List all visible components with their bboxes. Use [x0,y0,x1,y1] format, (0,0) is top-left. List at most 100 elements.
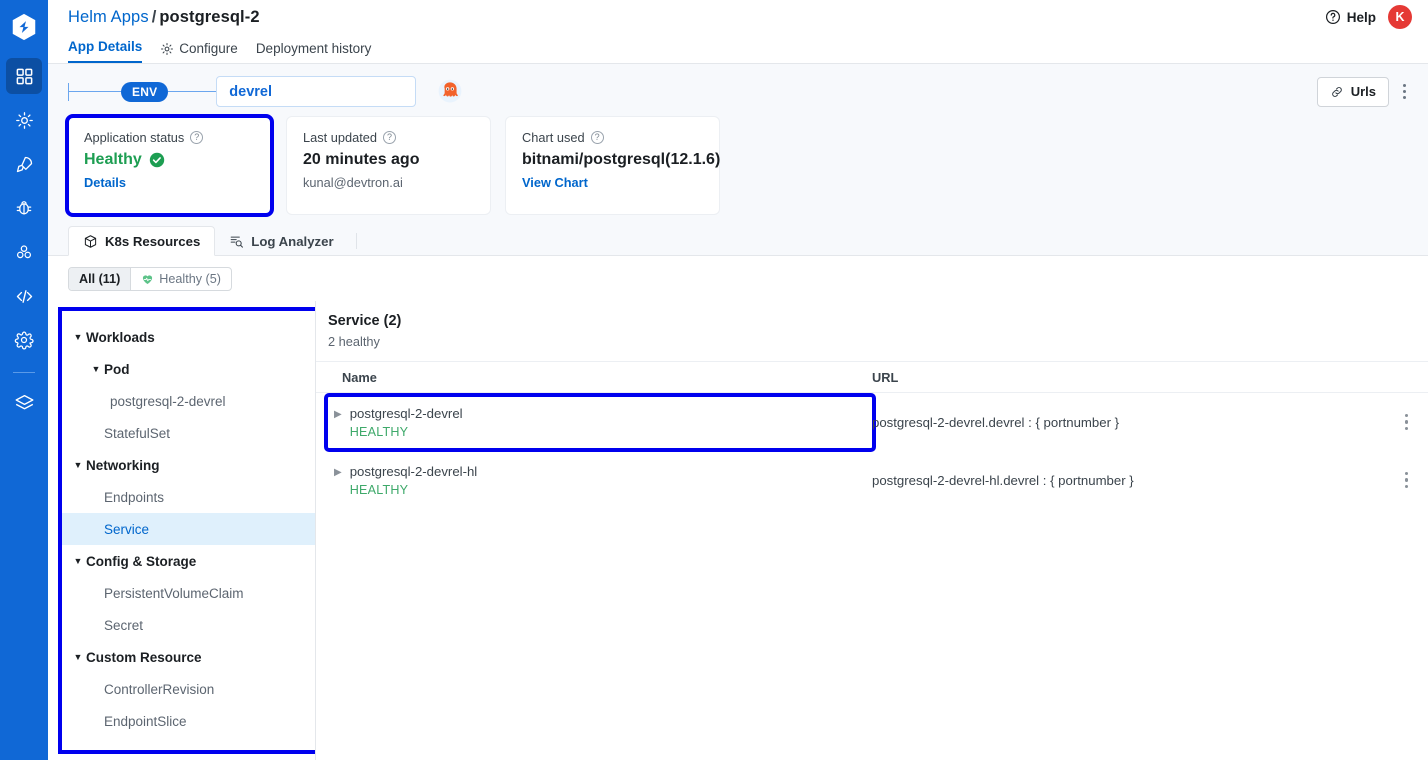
filter-chip-all[interactable]: All (11) [69,268,130,290]
rail-item-code[interactable] [6,278,42,314]
urls-button[interactable]: Urls [1317,77,1389,107]
heartbeat-icon [141,273,154,286]
avatar[interactable]: K [1388,5,1412,29]
tab-app-details[interactable]: App Details [68,39,142,63]
card-last-updated: Last updated ? 20 minutes ago kunal@devt… [287,117,490,214]
info-tooltip-icon[interactable]: ? [383,131,396,144]
environment-strip: ENV devrel U [48,64,1428,117]
help-button[interactable]: Help [1325,9,1376,25]
link-icon [1330,85,1344,99]
tree-node-endpoints[interactable]: ▼ Endpoints [62,481,315,513]
environment-name: devrel [229,84,272,100]
row-url: postgresql-2-devrel-hl.devrel : { portnu… [872,473,1401,488]
tree-node-postgresql-2-devrel[interactable]: postgresql-2-devrel [62,385,315,417]
tab-configure-label: Configure [179,41,238,56]
row-status-badge: HEALTHY [350,425,463,439]
tree-node-service-label: Service [104,522,149,537]
rail-item-jobs[interactable] [6,102,42,138]
top-bar-right: Help K [1325,5,1412,29]
filter-chip-healthy-label: Healthy (5) [159,272,221,286]
rail-item-bugs[interactable] [6,190,42,226]
tree-node-statefulset-label: StatefulSet [104,426,170,441]
tree-node-persistentvolumeclaim-label: PersistentVolumeClaim [104,586,244,601]
chevron-down-icon: ▼ [70,460,86,470]
row-name[interactable]: postgresql-2-devrel-hl [350,464,478,479]
urls-button-label: Urls [1351,84,1376,99]
tree-node-workloads[interactable]: ▼ Workloads [62,321,315,353]
question-circle-icon [1325,9,1341,25]
tab-deployment-history-label: Deployment history [256,41,372,56]
tree-node-statefulset[interactable]: ▼ StatefulSet [62,417,315,449]
column-header-url[interactable]: URL [872,370,1412,385]
tab-k8s-resources[interactable]: K8s Resources [68,226,215,256]
tree-node-custom-resource[interactable]: ▼ Custom Resource [62,641,315,673]
column-header-name[interactable]: Name [342,370,872,385]
status-cards: Application status ? Healthy Details Las… [48,117,1428,226]
app-nav-tabs: App Details Configure Deployment history [48,34,1428,64]
tree-node-endpointslice[interactable]: ▼ EndpointSlice [62,705,315,737]
chevron-down-icon: ▼ [70,652,86,662]
tab-log-analyzer-label: Log Analyzer [251,234,333,249]
table-row[interactable]: ▶ postgresql-2-devrel HEALTHY postgresql… [316,393,1428,451]
top-bar: Helm Apps/postgresql-2 Help K [48,0,1428,34]
tree-node-config-storage[interactable]: ▼ Config & Storage [62,545,315,577]
tree-node-networking-label: Networking [86,458,160,473]
resource-tabs: K8s Resources Log Analyzer [48,226,1428,256]
pipeline-graphic: ENV [68,82,216,102]
tree-node-networking[interactable]: ▼ Networking [62,449,315,481]
tree-node-config-storage-label: Config & Storage [86,554,196,569]
log-search-icon [229,234,244,249]
resource-list-panel: Service (2) 2 healthy Name URL ▶ postgre… [315,301,1428,760]
expand-triangle-icon[interactable]: ▶ [334,409,342,420]
rail-item-global-config[interactable] [6,322,42,358]
left-nav-rail [0,0,48,760]
tab-deployment-history[interactable]: Deployment history [256,41,372,63]
rail-item-applications[interactable] [6,58,42,94]
tree-node-controllerrevision[interactable]: ▼ ControllerRevision [62,673,315,705]
card-chart-used-label-text: Chart used [522,130,585,145]
info-tooltip-icon[interactable]: ? [190,131,203,144]
row-name[interactable]: postgresql-2-devrel [350,406,463,421]
octopus-icon [436,78,464,106]
resource-list-header: Service (2) 2 healthy [316,313,1428,349]
env-strip-actions: Urls [1317,77,1412,107]
resource-list-title: Service (2) [328,313,1412,329]
chevron-down-icon: ▼ [70,556,86,566]
expand-triangle-icon[interactable]: ▶ [334,467,342,478]
breadcrumb-helm-apps[interactable]: Helm Apps [68,8,149,26]
rail-item-stack-manager[interactable] [6,385,42,421]
filter-chip-healthy[interactable]: Healthy (5) [130,268,231,290]
tree-node-persistentvolumeclaim[interactable]: ▼ PersistentVolumeClaim [62,577,315,609]
card-chart-used: Chart used ? bitnami/postgresql(12.1.6) … [506,117,719,214]
tree-node-pod[interactable]: ▼ Pod [62,353,315,385]
kebab-menu-icon[interactable] [1397,82,1412,101]
card-last-updated-label: Last updated ? [303,130,474,145]
card-application-status[interactable]: Application status ? Healthy Details [68,117,271,214]
table-row[interactable]: ▶ postgresql-2-devrel-hl HEALTHY postgre… [316,451,1428,509]
rail-item-deployments[interactable] [6,146,42,182]
rail-divider [13,372,35,373]
env-pill: ENV [121,82,168,102]
tree-node-secret[interactable]: ▼ Secret [62,609,315,641]
application-status-details-link[interactable]: Details [84,175,255,190]
devtron-logo-icon[interactable] [7,10,41,44]
row-name-cell[interactable]: ▶ postgresql-2-devrel-hl HEALTHY [328,455,872,506]
tree-node-service[interactable]: ▼ Service [62,513,315,545]
tree-node-endpointslice-label: EndpointSlice [104,714,187,729]
rail-item-clusters[interactable] [6,234,42,270]
row-kebab-menu-icon[interactable] [1401,468,1413,493]
info-tooltip-icon[interactable]: ? [591,131,604,144]
gear-icon [160,42,174,56]
row-kebab-menu-icon[interactable] [1401,410,1413,435]
breadcrumb-separator: / [152,8,157,26]
view-chart-link[interactable]: View Chart [522,175,703,190]
tab-configure[interactable]: Configure [160,41,238,63]
chevron-down-icon: ▼ [70,332,86,342]
tree-node-secret-label: Secret [104,618,143,633]
tab-log-analyzer[interactable]: Log Analyzer [215,227,347,255]
tree-node-endpoints-label: Endpoints [104,490,164,505]
environment-selector[interactable]: devrel [216,76,416,107]
pipeline-line-left [69,91,121,93]
card-application-status-label: Application status ? [84,130,255,145]
row-name-cell[interactable]: ▶ postgresql-2-devrel HEALTHY [328,397,872,448]
